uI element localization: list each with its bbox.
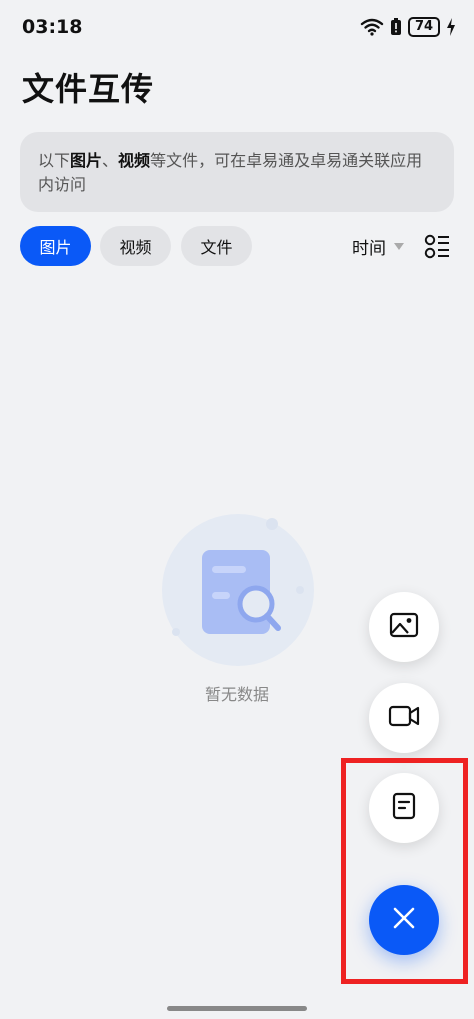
close-menu-button[interactable]: [369, 885, 439, 955]
empty-state-illustration: [160, 512, 316, 668]
info-prefix: 以下: [38, 151, 71, 170]
info-images: 图片: [70, 151, 103, 170]
info-sep: 、: [102, 151, 119, 170]
status-time: 03:18: [22, 16, 83, 38]
battery-icon: 74: [408, 17, 440, 37]
image-icon: [389, 612, 419, 642]
sort-dropdown[interactable]: 时间: [352, 234, 404, 259]
alert-icon: [390, 18, 402, 36]
sort-label: 时间: [352, 239, 386, 259]
filter-chip-images[interactable]: 图片: [20, 226, 91, 266]
charging-icon: [446, 18, 456, 36]
list-view-toggle-icon[interactable]: [424, 234, 450, 264]
filter-chip-videos[interactable]: 视频: [100, 226, 171, 266]
info-videos: 视频: [118, 151, 151, 170]
home-indicator[interactable]: [167, 1006, 307, 1011]
dropdown-arrow-icon: [394, 243, 404, 250]
close-icon: [392, 906, 416, 934]
page-title: 文件互传: [22, 70, 155, 108]
wifi-icon: [360, 18, 384, 36]
document-icon: [392, 792, 416, 824]
video-camera-icon: [388, 704, 420, 732]
info-banner: 以下图片、视频等文件，可在卓易通及卓易通关联应用内访问: [20, 132, 454, 212]
add-file-button[interactable]: [369, 773, 439, 843]
status-icons: 74: [360, 17, 456, 37]
status-bar: 03:18 74: [0, 0, 474, 56]
filter-chip-files[interactable]: 文件: [181, 226, 252, 266]
add-image-button[interactable]: [369, 592, 439, 662]
add-video-button[interactable]: [369, 683, 439, 753]
